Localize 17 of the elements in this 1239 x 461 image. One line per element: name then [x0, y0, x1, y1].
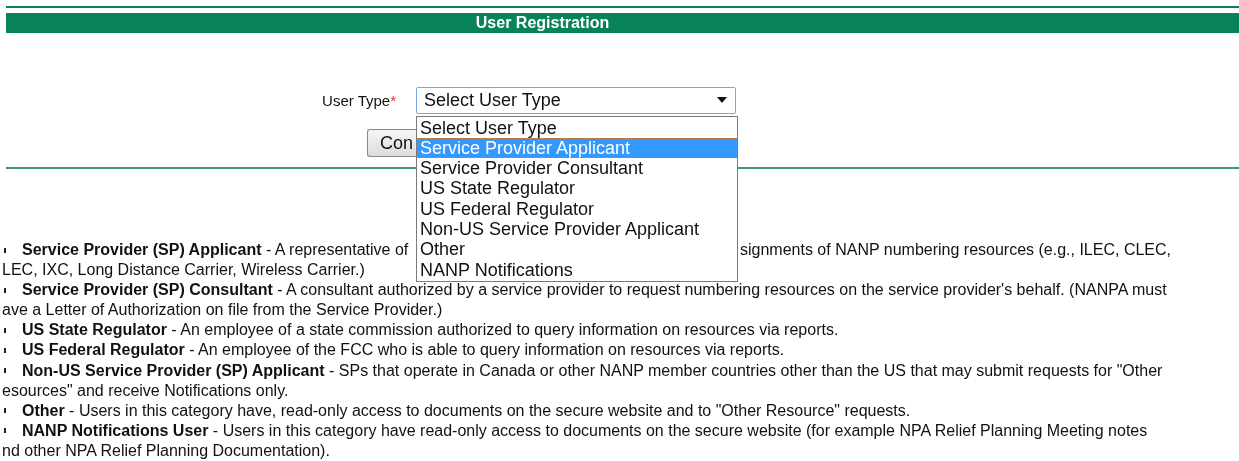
- description-text: nd other NPA Relief Planning Documentation).: [1, 440, 330, 461]
- description-text: US Federal Regulator - An employee of the FCC who is able to query information on resources via reports.: [22, 340, 785, 361]
- dropdown-caret-icon: [717, 97, 727, 103]
- description-text: esources" and receive Notifications only.: [1, 380, 289, 401]
- field-label: User Type*: [321, 91, 397, 109]
- description-text: Service Provider (SP) Consultant - A consultant authorized by a service provider to request numbering resources on the service provider's behalf. (NANPA must: [22, 280, 1167, 301]
- description-text: Other - Users in this category have, read-only access to documents on the secure website and to "Other Resource" requests.: [22, 400, 911, 421]
- description-text: Service Provider (SP) Applicant - A representative of: [22, 241, 409, 258]
- description-text: ave a Letter of Authorization on file from the Service Provider.): [1, 300, 443, 321]
- description-text: signments of NANP numbering resources (e.g., ILEC, CLEC,: [740, 240, 1171, 260]
- description-text: NANP Notifications User - Users in this category have read-only access to documents on the secure website (for example NPA Relief Planning Meeting notes: [22, 420, 1148, 441]
- page-title-bar: User Registration: [6, 13, 1239, 33]
- continue-button[interactable]: Con: [367, 129, 416, 157]
- user-type-select[interactable]: Select User Type: [416, 86, 736, 114]
- description-text: US State Regulator - An employee of a state commission authorized to query information on resources via reports.: [22, 320, 839, 341]
- description-text: LEC, IXC, Long Distance Carrier, Wireless Carrier.): [1, 260, 365, 281]
- description-text: Non-US Service Provider (SP) Applicant - SPs that operate in Canada or other NANP member countries other than the US that may submit requests for "Other: [22, 360, 1163, 381]
